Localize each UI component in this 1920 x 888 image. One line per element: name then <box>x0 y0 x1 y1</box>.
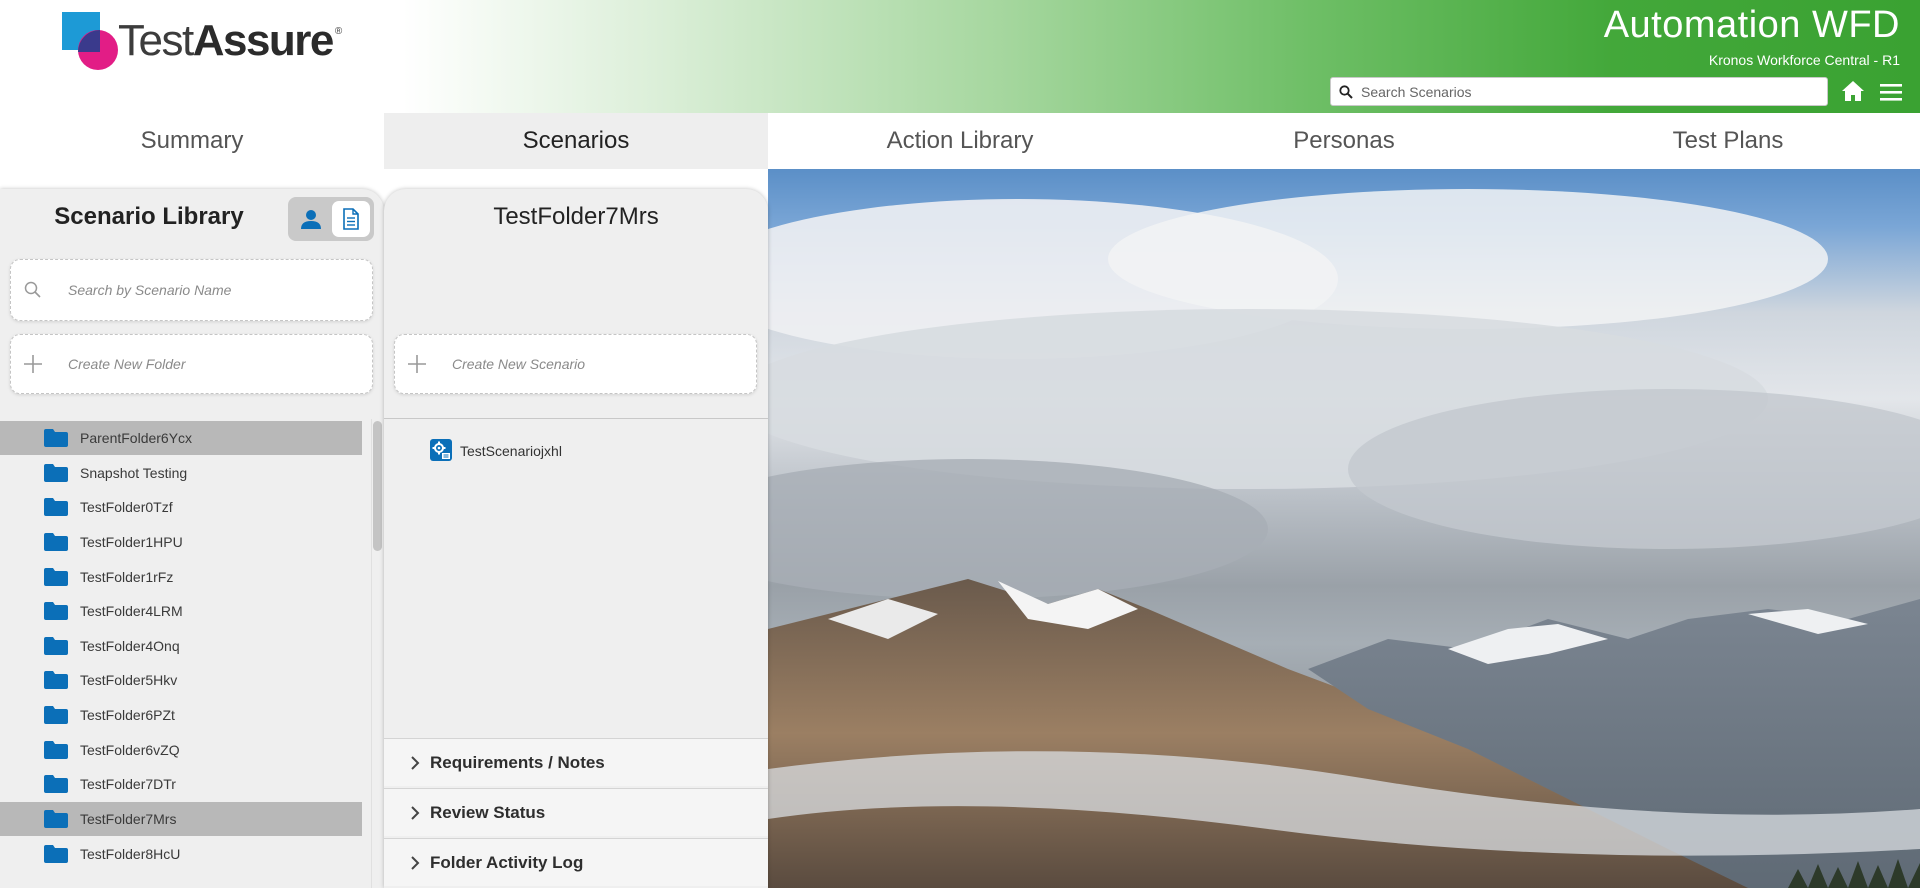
tab-summary[interactable]: Summary <box>0 113 384 169</box>
folder-name: TestFolder1HPU <box>80 534 183 550</box>
scenario-name-search-placeholder: Search by Scenario Name <box>68 282 232 298</box>
folder-icon <box>44 671 68 689</box>
hamburger-menu-icon[interactable] <box>1880 82 1902 102</box>
section-label: Requirements / Notes <box>430 753 605 772</box>
folder-item-testfolder5hkv[interactable]: TestFolder5Hkv <box>0 663 362 697</box>
folder-name: TestFolder6PZt <box>80 707 175 723</box>
tab-test-plans[interactable]: Test Plans <box>1536 113 1920 169</box>
chevron-right-icon <box>411 856 420 870</box>
folder-item-parentfolder6ycx[interactable]: ParentFolder6Ycx <box>0 421 362 455</box>
background-mountain-image <box>768 169 1920 888</box>
scenario-search-bar[interactable] <box>1330 77 1828 106</box>
plus-icon <box>24 355 42 373</box>
folder-name: TestFolder4Onq <box>80 638 180 654</box>
folder-icon <box>44 498 68 516</box>
chevron-right-icon <box>411 756 420 770</box>
folder-icon <box>44 741 68 759</box>
folder-icon <box>44 429 68 447</box>
divider <box>384 418 768 419</box>
folder-item-testfolder4lrm[interactable]: TestFolder4LRM <box>0 594 362 628</box>
folder-item-testfolder6vzq[interactable]: TestFolder6vZQ <box>0 733 362 767</box>
scenario-gear-icon <box>430 439 452 461</box>
create-new-folder-button[interactable]: Create New Folder <box>10 334 373 394</box>
create-new-folder-label: Create New Folder <box>68 356 186 372</box>
scenario-search-input[interactable] <box>1361 81 1816 103</box>
create-new-scenario-button[interactable]: Create New Scenario <box>394 334 757 394</box>
scenario-library-panel: Scenario Library Search by Scenario Name… <box>0 189 384 888</box>
folder-item-testfolder7dtr[interactable]: TestFolder7DTr <box>0 767 362 801</box>
folder-name: ParentFolder6Ycx <box>80 430 193 446</box>
tab-action-library[interactable]: Action Library <box>768 113 1152 169</box>
review-status-section[interactable]: Review Status <box>384 788 768 836</box>
folder-item-testfolder1hpu[interactable]: TestFolder1HPU <box>0 525 362 559</box>
folder-item-testfolder8hcu[interactable]: TestFolder8HcU <box>0 837 362 871</box>
folder-name: TestFolder4LRM <box>80 603 183 619</box>
testassure-logo[interactable]: TestAssure ® <box>62 10 362 74</box>
section-label: Review Status <box>430 803 546 822</box>
create-new-scenario-label: Create New Scenario <box>452 356 586 372</box>
search-icon <box>24 281 41 298</box>
app-title: Automation WFD <box>1603 4 1900 46</box>
folder-name: TestFolder8HcU <box>80 846 181 862</box>
folder-name: TestFolder7Mrs <box>80 811 177 827</box>
mountain-scene-art <box>768 189 1920 888</box>
folder-item-testfolder0tzf[interactable]: TestFolder0Tzf <box>0 490 362 524</box>
scenario-name: TestScenariojxhl <box>460 443 562 459</box>
view-toggle <box>288 197 374 241</box>
section-label: Folder Activity Log <box>430 853 584 872</box>
folder-icon <box>44 464 68 482</box>
folder-icon <box>44 775 68 793</box>
home-icon[interactable] <box>1841 80 1865 102</box>
folder-name: TestFolder0Tzf <box>80 499 173 515</box>
folder-icon <box>44 845 68 863</box>
library-title: Scenario Library <box>54 203 244 230</box>
folder-item-testfolder4onq[interactable]: TestFolder4Onq <box>0 629 362 663</box>
app-header: TestAssure ® Automation WFD Kronos Workfo… <box>0 0 1920 113</box>
folder-item-testfolder7mrs[interactable]: TestFolder7Mrs <box>0 802 362 836</box>
chevron-right-icon <box>411 806 420 820</box>
user-icon <box>301 210 321 229</box>
folder-icon <box>44 533 68 551</box>
document-icon <box>343 208 359 230</box>
document-view-toggle[interactable] <box>332 201 370 237</box>
folder-name: TestFolder7DTr <box>80 776 176 792</box>
folder-icon <box>44 637 68 655</box>
folder-name: TestFolder6vZQ <box>80 742 180 758</box>
folder-title: TestFolder7Mrs <box>493 203 659 230</box>
requirements-notes-section[interactable]: Requirements / Notes <box>384 738 768 786</box>
plus-icon <box>408 355 426 373</box>
folder-item-snapshot-testing[interactable]: Snapshot Testing <box>0 456 362 490</box>
folder-list-scroll-thumb[interactable] <box>373 421 382 551</box>
folder-name: Snapshot Testing <box>80 465 188 481</box>
user-view-toggle[interactable] <box>292 201 330 237</box>
folder-item-testfolder6pzt[interactable]: TestFolder6PZt <box>0 698 362 732</box>
scenario-name-search[interactable]: Search by Scenario Name <box>10 259 373 321</box>
folder-list: ParentFolder6Ycx Snapshot Testing TestFo… <box>0 421 364 888</box>
main-tabs: Summary Scenarios Action Library Persona… <box>0 113 1920 169</box>
folder-detail-panel: TestFolder7Mrs Create New Scenario TestS… <box>384 189 768 888</box>
logo-wordmark: TestAssure ® <box>118 16 342 65</box>
folder-item-testfolder1rfz[interactable]: TestFolder1rFz <box>0 560 362 594</box>
app-subtitle: Kronos Workforce Central - R1 <box>1708 52 1900 68</box>
tab-personas[interactable]: Personas <box>1152 113 1536 169</box>
folder-icon <box>44 602 68 620</box>
folder-icon <box>44 810 68 828</box>
folder-icon <box>44 706 68 724</box>
folder-name: TestFolder1rFz <box>80 569 174 585</box>
tab-scenarios[interactable]: Scenarios <box>384 113 768 169</box>
folder-activity-log-section[interactable]: Folder Activity Log <box>384 838 768 886</box>
folder-icon <box>44 568 68 586</box>
folder-name: TestFolder5Hkv <box>80 672 178 688</box>
search-icon <box>1339 85 1353 99</box>
